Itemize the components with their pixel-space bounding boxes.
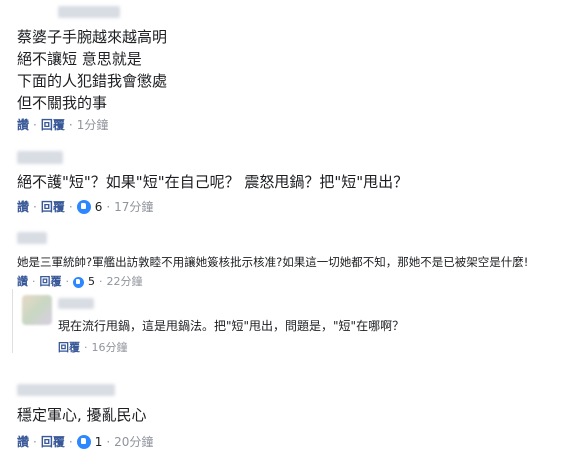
separator: · (33, 435, 37, 449)
like-button[interactable]: 讚 (17, 199, 29, 215)
comment-4-text: 穩定軍心, 擾亂民心 (17, 406, 147, 424)
separator: · (68, 118, 73, 132)
blurred-username (17, 384, 115, 396)
comment-1-line-4: 但不關我的事 (17, 94, 108, 112)
blurred-username (17, 232, 47, 244)
like-button[interactable]: 讚 (17, 117, 29, 133)
avatar[interactable] (22, 295, 52, 325)
separator: · (33, 200, 37, 214)
separator: · (33, 118, 37, 132)
like-button[interactable]: 讚 (17, 274, 28, 290)
timestamp[interactable]: 22分鐘 (107, 274, 143, 290)
thumbs-up-icon[interactable] (76, 200, 91, 214)
comment-2-text: 絕不護"短"？如果"短"在自己呢？ 震怒甩鍋？把"短"甩出？ (17, 173, 409, 191)
comment-1-line-2: 絕不讓短 意思就是 (17, 50, 142, 68)
thumbs-up-icon[interactable] (76, 435, 91, 449)
reaction-count[interactable]: 6 (95, 199, 103, 215)
thumbs-up-icon[interactable] (73, 276, 84, 288)
blurred-username (17, 151, 63, 164)
blurred-username (58, 298, 94, 309)
reply-button[interactable]: 回覆 (41, 199, 65, 215)
comment-1-line-3: 下面的人犯錯我會懲處 (17, 72, 168, 90)
timestamp[interactable]: 20分鐘 (114, 434, 153, 450)
reaction-count[interactable]: 1 (95, 434, 103, 450)
reaction-count[interactable]: 5 (88, 274, 95, 290)
reply-actions: 回覆 · 16分鐘 (58, 340, 128, 356)
blurred-username (58, 6, 120, 18)
separator: · (84, 341, 88, 354)
separator: · (65, 275, 70, 288)
separator: · (68, 200, 73, 214)
reply-button[interactable]: 回覆 (41, 117, 65, 133)
timestamp[interactable]: 16分鐘 (92, 340, 128, 356)
comment-1-actions: 讚 · 回覆 · 1分鐘 (17, 117, 108, 133)
comment-2-actions: 讚 · 回覆 · 6 · 17分鐘 (17, 199, 153, 215)
separator: · (68, 435, 73, 449)
reply-button[interactable]: 回覆 (41, 434, 65, 450)
timestamp[interactable]: 17分鐘 (114, 199, 153, 215)
separator: · (106, 200, 111, 214)
comment-4-actions: 讚 · 回覆 · 1 · 20分鐘 (17, 434, 153, 450)
separator: · (99, 275, 103, 288)
comment-3-actions: 讚 · 回覆 · 5 · 22分鐘 (17, 274, 143, 290)
comment-1-line-1: 蔡婆子手腕越來越高明 (17, 28, 168, 46)
reply-button[interactable]: 回覆 (40, 274, 62, 290)
separator: · (106, 435, 111, 449)
comment-3-text: 她是三軍統帥?軍艦出訪敦睦不用讓她簽核批示核准?如果這一切她都不知，那她不是已被… (17, 255, 529, 269)
timestamp[interactable]: 1分鐘 (77, 117, 109, 133)
reply-button[interactable]: 回覆 (58, 340, 80, 356)
separator: · (32, 275, 36, 288)
reply-text: 現在流行甩鍋，這是甩鍋法。把"短"甩出，問題是，"短"在哪啊？ (58, 319, 405, 333)
like-button[interactable]: 讚 (17, 434, 29, 450)
reply-thread-line (12, 289, 13, 353)
